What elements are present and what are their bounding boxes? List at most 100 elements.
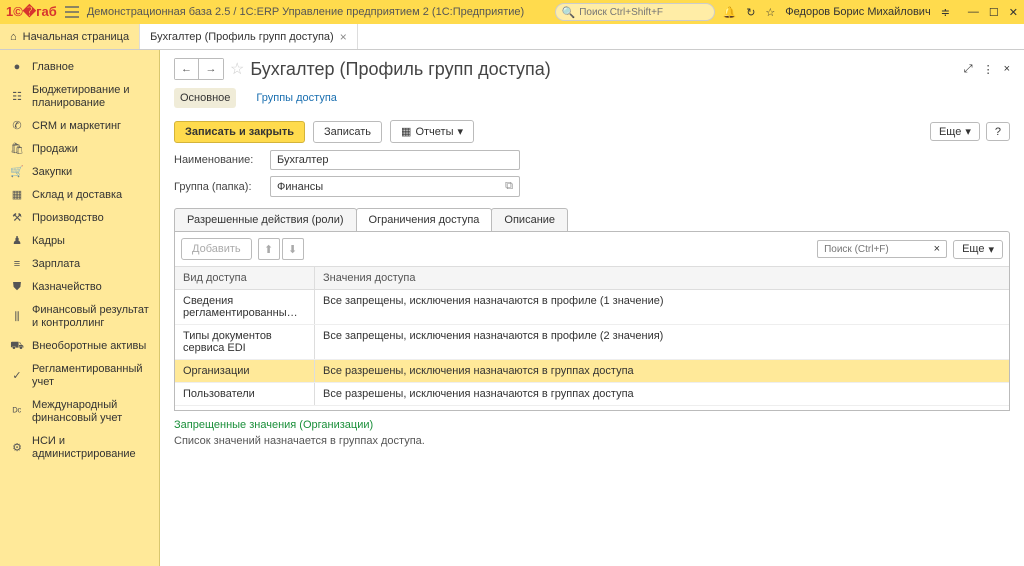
nav-label: CRM и маркетинг <box>32 120 121 133</box>
tab-home[interactable]: ⌂ Начальная страница <box>0 24 140 49</box>
cell-kind: Сведения регламентированны… <box>175 290 315 324</box>
table-row[interactable]: ПользователиВсе разрешены, исключения на… <box>175 383 1009 406</box>
group-label: Группа (папка): <box>174 181 264 193</box>
forward-button[interactable]: → <box>199 59 223 79</box>
history-icon[interactable]: ↻ <box>746 6 755 19</box>
table-row[interactable]: Типы документов сервиса EDIВсе запрещены… <box>175 325 1009 360</box>
tab-current-label: Бухгалтер (Профиль групп доступа) <box>150 31 334 43</box>
tab-home-label: Начальная страница <box>23 31 129 43</box>
sidebar-item-5[interactable]: ▦ Склад и доставка <box>0 184 159 207</box>
more-button[interactable]: Еще ▾ <box>930 122 980 141</box>
nav-icon: ✓ <box>10 370 24 383</box>
cell-value: Все разрешены, исключения назначаются в … <box>315 360 1009 382</box>
sidebar-item-14[interactable]: ⚙НСИ и администрирование <box>0 430 159 466</box>
filter-icon[interactable]: ≑ <box>941 6 950 19</box>
panel-search[interactable]: × <box>817 240 947 258</box>
name-input[interactable] <box>270 150 520 170</box>
dropdown-icon: ▾ <box>988 243 994 256</box>
report-icon: ▦ <box>401 125 411 138</box>
help-button[interactable]: ? <box>986 122 1010 141</box>
grid-header-values[interactable]: Значения доступа <box>315 267 1009 289</box>
subtab-groups[interactable]: Группы доступа <box>250 88 342 108</box>
add-button[interactable]: Добавить <box>181 238 252 260</box>
sidebar-item-11[interactable]: ⛟Внеоборотные активы <box>0 335 159 358</box>
clear-search-icon[interactable]: × <box>934 243 940 255</box>
nav-label: Главное <box>32 61 74 74</box>
nav-label: Внеоборотные активы <box>32 340 146 353</box>
search-icon: 🔍 <box>562 6 576 19</box>
group-picker-icon[interactable]: ⧉ <box>505 180 513 193</box>
nav-icon: ▦ <box>10 189 24 202</box>
cell-value: Все запрещены, исключения назначаются в … <box>315 290 1009 324</box>
sidebar-item-8[interactable]: ≡Зарплата <box>0 253 159 276</box>
sidebar-item-2[interactable]: ✆ CRM и маркетинг <box>0 115 159 138</box>
nav-label: Бюджетирование и планирование <box>32 84 149 110</box>
table-row[interactable]: Сведения регламентированны…Все запрещены… <box>175 290 1009 325</box>
cell-kind: Организации <box>175 360 315 382</box>
subtab-main[interactable]: Основное <box>174 88 236 108</box>
nav-icon: ᴰᶜ <box>10 406 24 419</box>
inner-tab-desc[interactable]: Описание <box>491 208 568 231</box>
detail-text: Список значений назначается в группах до… <box>174 435 1010 447</box>
panel-search-input[interactable] <box>824 244 924 255</box>
sidebar-item-10[interactable]: ⫼Финансовый результат и контроллинг <box>0 299 159 335</box>
detail-title: Запрещенные значения (Организации) <box>174 419 1010 431</box>
sidebar-item-9[interactable]: ⛊Казначейство <box>0 276 159 299</box>
minimize-icon[interactable]: — <box>968 6 979 19</box>
global-search[interactable]: 🔍 <box>555 3 715 21</box>
move-down-button[interactable]: ⬇ <box>282 238 304 260</box>
tab-current[interactable]: Бухгалтер (Профиль групп доступа) × <box>140 24 358 49</box>
nav-label: Кадры <box>32 235 65 248</box>
group-value: Финансы <box>277 181 323 193</box>
sidebar-item-0[interactable]: ●Главное <box>0 56 159 79</box>
link-icon[interactable]: ⤢ <box>964 63 973 76</box>
app-logo: 1©�габ <box>6 4 57 20</box>
page-close-icon[interactable]: × <box>1004 63 1010 76</box>
page-title: Бухгалтер (Профиль групп доступа) <box>250 59 550 80</box>
sidebar-item-3[interactable]: 🛍Продажи <box>0 138 159 161</box>
nav-label: Склад и доставка <box>32 189 122 202</box>
maximize-icon[interactable]: ☐ <box>989 6 999 19</box>
sidebar-item-4[interactable]: 🛒 Закупки <box>0 161 159 184</box>
sidebar-item-13[interactable]: ᴰᶜ Международный финансовый учет <box>0 394 159 430</box>
kebab-icon[interactable]: ⋮ <box>983 63 994 76</box>
nav-label: Закупки <box>32 166 72 179</box>
inner-tab-restrict[interactable]: Ограничения доступа <box>356 208 493 231</box>
name-label: Наименование: <box>174 154 264 166</box>
save-button[interactable]: Записать <box>313 121 382 143</box>
table-row[interactable]: ОрганизацииВсе разрешены, исключения наз… <box>175 360 1009 383</box>
global-search-input[interactable] <box>579 7 707 18</box>
user-name[interactable]: Федоров Борис Михайлович <box>785 6 930 18</box>
tab-close-icon[interactable]: × <box>340 30 347 44</box>
star-icon[interactable]: ☆ <box>765 6 775 19</box>
nav-icon: ⫼ <box>10 311 24 324</box>
dropdown-icon: ▾ <box>965 125 971 138</box>
back-button[interactable]: ← <box>175 59 199 79</box>
nav-label: Регламентированный учет <box>32 363 149 389</box>
nav-icon: ✆ <box>10 120 24 133</box>
save-close-button[interactable]: Записать и закрыть <box>174 121 305 143</box>
nav-icon: ♟ <box>10 235 24 248</box>
group-input[interactable]: Финансы ⧉ <box>270 176 520 197</box>
move-up-button[interactable]: ⬆ <box>258 238 280 260</box>
sidebar-item-1[interactable]: ☷Бюджетирование и планирование <box>0 79 159 115</box>
dropdown-icon: ▾ <box>457 125 463 138</box>
nav-icon: 🛒 <box>10 166 24 179</box>
nav-icon: ≡ <box>10 258 24 271</box>
sidebar-item-6[interactable]: ⚒Производство <box>0 207 159 230</box>
panel-more-button[interactable]: Еще ▾ <box>953 240 1003 259</box>
reports-button[interactable]: ▦Отчеты ▾ <box>390 120 474 143</box>
sidebar-item-12[interactable]: ✓ Регламентированный учет <box>0 358 159 394</box>
cell-kind: Пользователи <box>175 383 315 405</box>
inner-tab-roles[interactable]: Разрешенные действия (роли) <box>174 208 357 231</box>
bell-icon[interactable]: 🔔 <box>723 6 737 19</box>
nav-label: Продажи <box>32 143 78 156</box>
grid-header-kind[interactable]: Вид доступа <box>175 267 315 289</box>
sidebar: ●Главное☷Бюджетирование и планирование ✆ C… <box>0 50 160 566</box>
favorite-icon[interactable]: ☆ <box>230 59 244 79</box>
menu-icon[interactable] <box>65 6 79 18</box>
cell-value: Все разрешены, исключения назначаются в … <box>315 383 1009 405</box>
sidebar-item-7[interactable]: ♟ Кадры <box>0 230 159 253</box>
close-icon[interactable]: ✕ <box>1009 6 1018 19</box>
nav-label: Международный финансовый учет <box>32 399 149 425</box>
